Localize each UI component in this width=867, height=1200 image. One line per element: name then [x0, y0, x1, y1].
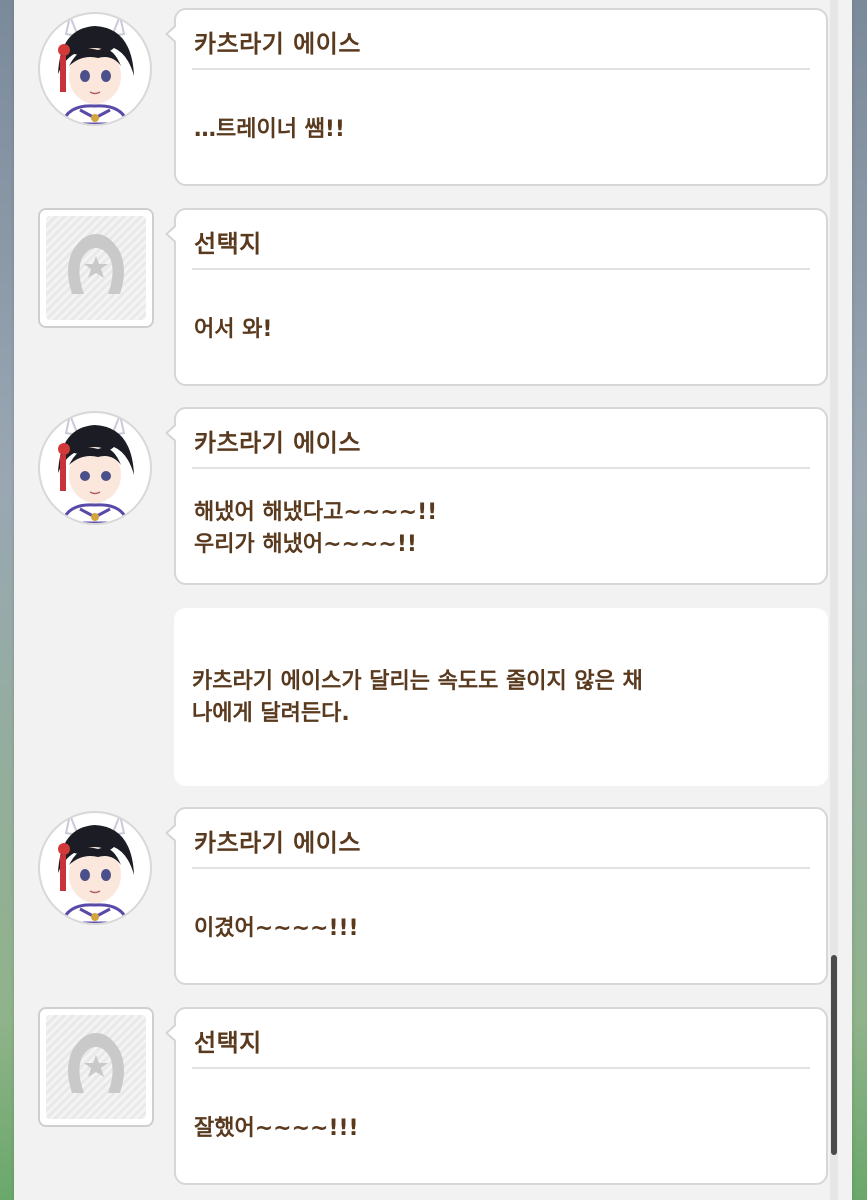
divider	[192, 867, 810, 869]
dialogue-log-panel[interactable]: 카츠라기 에이스 …트레이너 쌤!! 선택지 어서 와! 카츠라기 에이스 해냈…	[14, 0, 852, 1200]
character-avatar	[38, 12, 152, 126]
dialogue-bubble: 선택지 잘했어~~~~!!!	[165, 1007, 828, 1185]
speaker-name: 선택지	[194, 1029, 262, 1057]
log-entry: 카츠라기 에이스 …트레이너 쌤!!	[14, 2, 852, 186]
dialogue-bubble: 선택지 어서 와!	[165, 208, 828, 386]
speaker-name: 카츠라기 에이스	[194, 30, 361, 58]
log-entry: 카츠라기 에이스가 달리는 속도도 줄이지 않은 채 나에게 달려든다.	[14, 602, 852, 786]
log-entry: 카츠라기 에이스 해냈어 해냈다고~~~~!! 우리가 해냈어~~~~!!	[14, 401, 852, 585]
dialogue-text: 해냈어 해냈다고~~~~!! 우리가 해냈어~~~~!!	[194, 500, 438, 557]
dialogue-text: 이겼어~~~~!!!	[194, 916, 359, 941]
dialogue-bubble: 카츠라기 에이스 …트레이너 쌤!!	[165, 8, 828, 186]
horseshoe-star-icon	[68, 234, 124, 294]
dialogue-text: 어서 와!	[194, 317, 273, 342]
dialogue-bubble: 카츠라기 에이스 이겼어~~~~!!!	[165, 807, 828, 985]
scrollbar-thumb[interactable]	[831, 955, 837, 1155]
character-portrait-icon	[58, 813, 134, 923]
dialogue-text: …트레이너 쌤!!	[194, 117, 345, 142]
log-entry: 카츠라기 에이스 이겼어~~~~!!!	[14, 801, 852, 985]
divider	[192, 1067, 810, 1069]
narration-box: 카츠라기 에이스가 달리는 속도도 줄이지 않은 채 나에게 달려든다.	[174, 608, 828, 786]
character-avatar	[38, 811, 152, 925]
speaker-name: 선택지	[194, 230, 262, 258]
character-portrait-icon	[58, 413, 134, 523]
dialogue-text: 잘했어~~~~!!!	[194, 1116, 359, 1141]
character-avatar	[38, 411, 152, 525]
speaker-name: 카츠라기 에이스	[194, 429, 361, 457]
speaker-name: 카츠라기 에이스	[194, 829, 361, 857]
narration-text: 카츠라기 에이스가 달리는 속도도 줄이지 않은 채 나에게 달려든다.	[192, 669, 643, 726]
character-portrait-icon	[58, 14, 134, 124]
dialogue-bubble: 카츠라기 에이스 해냈어 해냈다고~~~~!! 우리가 해냈어~~~~!!	[165, 407, 828, 585]
horseshoe-star-icon	[68, 1033, 124, 1093]
divider	[192, 268, 810, 270]
divider	[192, 467, 810, 469]
log-entry: 선택지 잘했어~~~~!!!	[14, 1001, 852, 1185]
log-entry: 선택지 어서 와!	[14, 202, 852, 386]
choice-avatar	[38, 1007, 154, 1127]
choice-avatar	[38, 208, 154, 328]
divider	[192, 68, 810, 70]
